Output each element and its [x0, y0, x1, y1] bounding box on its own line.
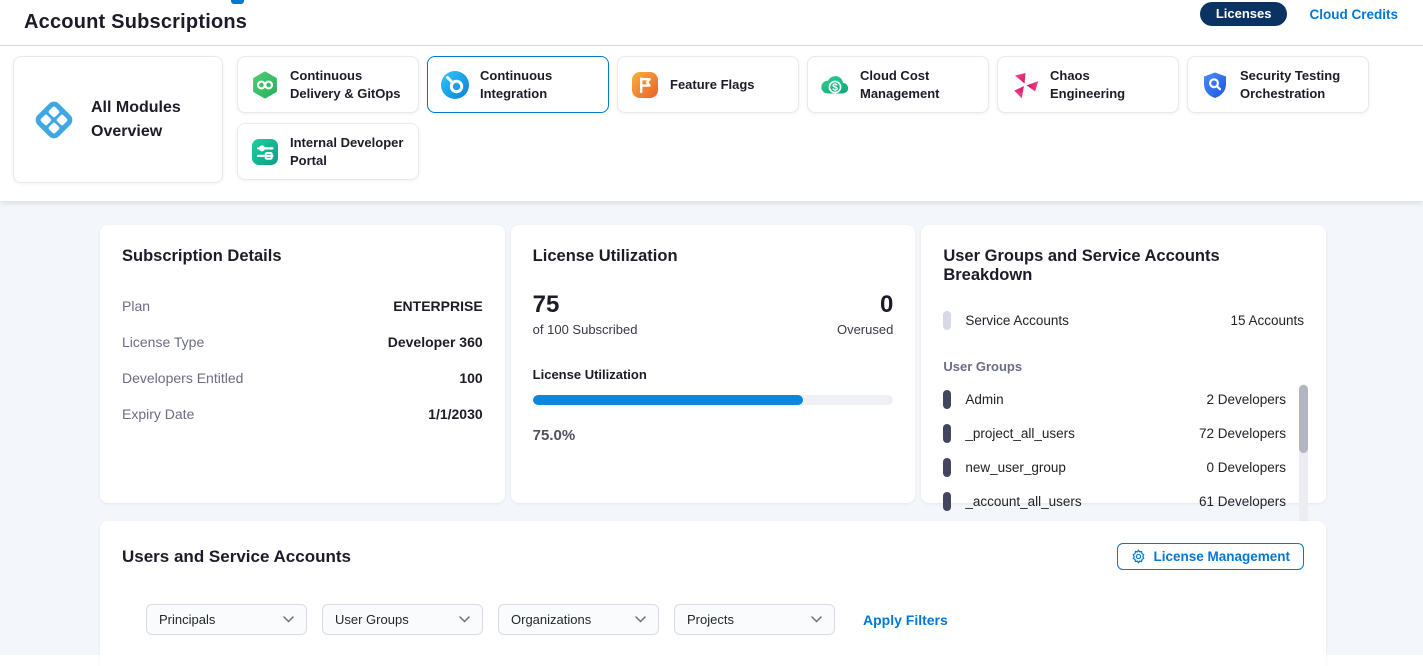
user-group-row: new_user_group 0 Developers	[943, 450, 1286, 484]
user-group-row: _project_all_users 72 Developers	[943, 416, 1286, 450]
module-selector-band: All Modules Overview Continuous Delivery…	[0, 46, 1423, 201]
user-groups-dropdown[interactable]: User Groups	[322, 604, 483, 635]
utilization-bar-label: License Utilization	[533, 367, 894, 382]
detail-row-plan: Plan ENTERPRISE	[122, 288, 483, 324]
page-title: Account Subscriptions	[24, 11, 247, 34]
module-card-feature-flags[interactable]: Feature Flags	[617, 56, 799, 113]
internal-developer-portal-icon	[250, 137, 280, 167]
module-card-cd-gitops[interactable]: Continuous Delivery & GitOps	[237, 56, 419, 113]
license-utilization-title: License Utilization	[533, 247, 894, 266]
ci-icon	[440, 70, 470, 100]
licenses-used-value: 75	[533, 292, 638, 318]
chevron-down-icon	[459, 616, 470, 623]
user-group-pill-icon	[943, 492, 951, 511]
organizations-dropdown[interactable]: Organizations	[498, 604, 659, 635]
utilization-progress-fill	[533, 395, 804, 405]
user-groups-scrollbar-thumb[interactable]	[1299, 385, 1308, 453]
breakdown-card: User Groups and Service Accounts Breakdo…	[921, 225, 1326, 503]
user-group-pill-icon	[943, 424, 951, 443]
projects-dropdown[interactable]: Projects	[674, 604, 835, 635]
module-card-security-testing[interactable]: Security Testing Orchestration	[1187, 56, 1369, 113]
chevron-down-icon	[811, 616, 822, 623]
module-card-chaos-engineering[interactable]: Chaos Engineering	[997, 56, 1179, 113]
chevron-down-icon	[635, 616, 646, 623]
security-testing-icon	[1200, 70, 1230, 100]
chaos-engineering-icon	[1010, 70, 1040, 100]
all-modules-overview-card[interactable]: All Modules Overview	[13, 56, 223, 183]
user-group-pill-icon	[943, 390, 951, 409]
user-groups-scrollbar[interactable]	[1299, 384, 1308, 530]
principals-dropdown[interactable]: Principals	[146, 604, 307, 635]
user-group-pill-icon	[943, 458, 951, 477]
detail-row-license-type: License Type Developer 360	[122, 324, 483, 360]
module-card-internal-developer-portal[interactable]: Internal Developer Portal	[237, 123, 419, 180]
cd-gitops-icon	[250, 70, 280, 100]
user-groups-heading: User Groups	[943, 359, 1304, 374]
chevron-down-icon	[283, 616, 294, 623]
licenses-overused-block: 0 Overused	[837, 292, 893, 337]
detail-row-developers-entitled: Developers Entitled 100	[122, 360, 483, 396]
module-card-continuous-integration[interactable]: Continuous Integration	[427, 56, 609, 113]
licenses-overused-value: 0	[837, 292, 893, 318]
licenses-used-block: 75 of 100 Subscribed	[533, 292, 638, 337]
licenses-overused-caption: Overused	[837, 322, 893, 337]
users-service-accounts-title: Users and Service Accounts	[122, 547, 351, 567]
filters-row: Principals User Groups Organizations Pro…	[146, 604, 1304, 635]
feature-flags-icon	[630, 70, 660, 100]
module-cards: Continuous Delivery & GitOps Continuous …	[237, 56, 1377, 183]
svg-text:$: $	[832, 81, 838, 93]
user-group-row: Admin 2 Developers	[943, 382, 1286, 416]
licenses-tab-button[interactable]: Licenses	[1200, 2, 1288, 26]
active-tab-indicator	[231, 0, 244, 4]
user-groups-list: Admin 2 Developers _project_all_users 72…	[943, 382, 1304, 518]
breakdown-title: User Groups and Service Accounts Breakdo…	[943, 247, 1304, 285]
license-management-button[interactable]: License Management	[1117, 543, 1304, 570]
module-card-cloud-cost[interactable]: $ Cloud Cost Management	[807, 56, 989, 113]
all-modules-overview-label: All Modules Overview	[91, 96, 208, 142]
utilization-progress-bar	[533, 395, 894, 405]
license-utilization-card: License Utilization 75 of 100 Subscribed…	[511, 225, 916, 503]
subscription-details-card: Subscription Details Plan ENTERPRISE Lic…	[100, 225, 505, 503]
user-group-row: _account_all_users 61 Developers	[943, 484, 1286, 518]
utilization-percent: 75.0%	[533, 427, 894, 444]
service-accounts-row: Service Accounts 15 Accounts	[943, 305, 1304, 335]
main-content: Subscription Details Plan ENTERPRISE Lic…	[0, 201, 1423, 655]
page-header: Account Subscriptions Licenses Cloud Cre…	[0, 0, 1423, 46]
service-accounts-pill-icon	[943, 311, 951, 330]
users-service-accounts-card: Users and Service Accounts License Manag…	[100, 521, 1326, 666]
detail-row-expiry-date: Expiry Date 1/1/2030	[122, 396, 483, 432]
licenses-used-caption: of 100 Subscribed	[533, 322, 638, 337]
subscription-details-title: Subscription Details	[122, 247, 483, 266]
gear-icon	[1131, 549, 1146, 564]
apply-filters-link[interactable]: Apply Filters	[863, 612, 948, 628]
cloud-cost-icon: $	[820, 70, 850, 100]
all-modules-icon	[30, 96, 78, 144]
cloud-credits-link[interactable]: Cloud Credits	[1309, 7, 1398, 22]
